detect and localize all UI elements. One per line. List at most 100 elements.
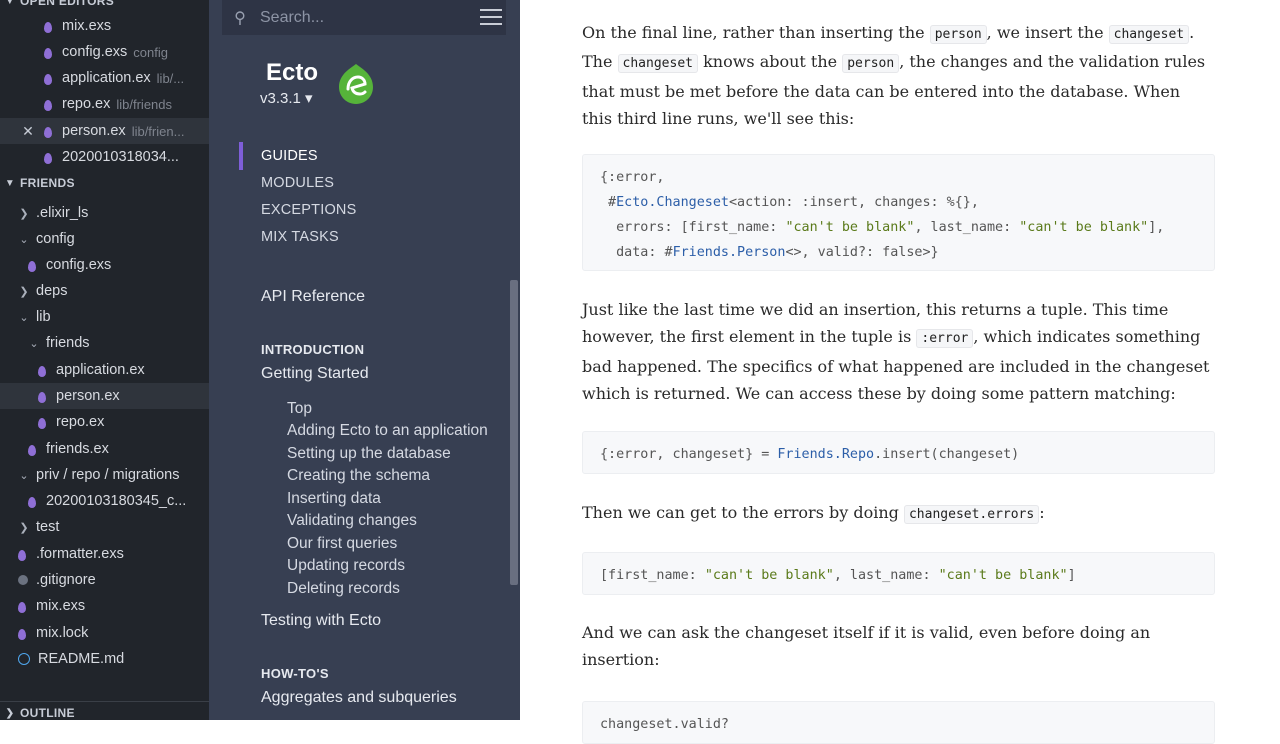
tree-file[interactable]: config.exs — [0, 252, 209, 278]
tree-file[interactable]: README.md — [0, 646, 209, 672]
code-block: changeset.valid? — [582, 701, 1215, 744]
version-dropdown[interactable]: v3.3.1 ▾ — [260, 89, 313, 107]
open-editor-item-active[interactable]: ✕ person.ex lib/frien... — [0, 118, 209, 144]
toc-link[interactable]: Creating the schema — [287, 467, 430, 485]
search-input[interactable] — [258, 7, 462, 28]
chevron-down-icon: ⌄ — [19, 311, 29, 324]
aggregates-link[interactable]: Aggregates and subqueries — [261, 689, 457, 707]
tree-file[interactable]: mix.exs — [0, 593, 209, 619]
toc-link[interactable]: Updating records — [287, 557, 405, 575]
project-name[interactable]: Ecto — [266, 59, 318, 87]
open-editor-item[interactable]: config.exs config — [0, 39, 209, 65]
code-block: {:error, #Ecto.Changeset<action: :insert… — [582, 154, 1215, 271]
paragraph: Just like the last time we did an insert… — [582, 300, 1210, 403]
chevron-down-icon: ⌄ — [19, 469, 29, 482]
outline-header[interactable]: ❯ OUTLINE — [0, 701, 209, 720]
elixir-file-icon — [28, 260, 36, 272]
paragraph: Then we can get to the errors by doing c… — [582, 503, 1045, 524]
introduction-heading: INTRODUCTION — [261, 342, 365, 357]
tree-file[interactable]: .gitignore — [0, 567, 209, 593]
paragraph: On the final line, rather than inserting… — [582, 23, 1206, 128]
chevron-down-icon: ▼ — [4, 177, 16, 189]
search-box: ⚲ — [222, 0, 506, 35]
chevron-right-icon: ❯ — [19, 285, 29, 298]
tree-folder[interactable]: ❯ deps — [0, 278, 209, 304]
elixir-file-icon — [18, 601, 26, 613]
menu-icon[interactable] — [480, 9, 502, 25]
chevron-down-icon: ⌄ — [19, 233, 29, 246]
inline-code: changeset.errors — [903, 505, 1040, 524]
toc-link[interactable]: Our first queries — [287, 535, 397, 553]
open-editor-item[interactable]: 2020010318034... — [0, 144, 209, 170]
elixir-file-icon — [44, 99, 52, 111]
inline-code: changeset — [617, 54, 698, 74]
tree-folder[interactable]: ❯ test — [0, 514, 209, 540]
elixir-file-icon — [28, 496, 36, 508]
elixir-file-icon — [44, 152, 52, 164]
inline-code: person — [929, 25, 987, 44]
docs-sidebar: ⚲ Ecto v3.3.1 ▾ GUIDES MODULES EXCEPTION… — [209, 0, 520, 720]
open-editors-header[interactable]: ▼ OPEN EDITORS — [0, 0, 209, 12]
tree-file-selected[interactable]: person.ex — [0, 383, 209, 409]
elixir-file-icon — [28, 444, 36, 456]
tab-guides[interactable]: GUIDES — [261, 148, 318, 164]
tree-file[interactable]: application.ex — [0, 357, 209, 383]
open-editor-item[interactable]: mix.exs — [0, 13, 209, 39]
elixir-file-icon — [18, 628, 26, 640]
chevron-right-icon: ❯ — [19, 521, 29, 534]
chevron-right-icon: ❯ — [19, 207, 29, 220]
elixir-file-icon — [38, 365, 46, 377]
doc-content: On the final line, rather than inserting… — [520, 0, 1280, 744]
tree-file[interactable]: repo.ex — [0, 409, 209, 435]
tab-modules[interactable]: MODULES — [261, 175, 334, 191]
paragraph: And we can ask the changeset itself if i… — [582, 623, 1151, 670]
close-icon[interactable]: ✕ — [20, 123, 36, 140]
tree-file[interactable]: friends.ex — [0, 436, 209, 462]
howtos-heading: HOW-TO'S — [261, 666, 329, 681]
api-reference-link[interactable]: API Reference — [261, 288, 365, 306]
elixir-file-icon — [38, 391, 46, 403]
toc-link[interactable]: Setting up the database — [287, 445, 451, 463]
ecto-logo-icon — [339, 64, 373, 104]
tree-folder[interactable]: ⌄ friends — [0, 330, 209, 356]
sidebar-scrollbar[interactable] — [510, 280, 518, 585]
vscode-explorer: ▼ OPEN EDITORS mix.exs config.exs config a… — [0, 0, 209, 720]
elixir-file-icon — [18, 549, 26, 561]
elixir-file-icon — [44, 126, 52, 138]
tab-mix-tasks[interactable]: MIX TASKS — [261, 229, 339, 245]
project-header[interactable]: ▼ FRIENDS — [0, 172, 209, 194]
tree-folder[interactable]: ⌄ config — [0, 226, 209, 252]
tree-folder[interactable]: ⌄ lib — [0, 304, 209, 330]
tree-file[interactable]: .formatter.exs — [0, 541, 209, 567]
toc-link[interactable]: Deleting records — [287, 580, 400, 598]
tree-folder[interactable]: ❯ .elixir_ls — [0, 200, 209, 226]
toc-link[interactable]: Adding Ecto to an application — [287, 422, 488, 440]
elixir-file-icon — [44, 47, 52, 59]
tab-exceptions[interactable]: EXCEPTIONS — [261, 202, 356, 218]
elixir-file-icon — [44, 73, 52, 85]
elixir-file-icon — [38, 417, 46, 429]
info-icon — [18, 653, 30, 665]
open-editor-item[interactable]: repo.ex lib/friends — [0, 91, 209, 117]
getting-started-link[interactable]: Getting Started — [261, 365, 369, 383]
inline-code: person — [842, 54, 900, 74]
elixir-file-icon — [44, 21, 52, 33]
tree-folder[interactable]: ⌄ priv / repo / migrations — [0, 462, 209, 488]
active-tab-indicator — [239, 142, 243, 170]
open-editor-item[interactable]: application.ex lib/... — [0, 65, 209, 91]
tree-file[interactable]: 20200103180345_c... — [0, 488, 209, 514]
toc-link[interactable]: Top — [287, 400, 312, 418]
code-block: {:error, changeset} = Friends.Repo.inser… — [582, 431, 1215, 474]
chevron-right-icon: ❯ — [5, 707, 15, 719]
inline-code: changeset — [1108, 25, 1190, 44]
chevron-down-icon: ▼ — [4, 0, 16, 7]
testing-with-ecto-link[interactable]: Testing with Ecto — [261, 612, 381, 630]
chevron-down-icon: ⌄ — [29, 337, 39, 350]
toc-link[interactable]: Validating changes — [287, 512, 417, 530]
search-icon: ⚲ — [234, 9, 246, 27]
git-icon — [18, 575, 28, 585]
tree-file[interactable]: mix.lock — [0, 620, 209, 646]
code-block: [first_name: "can't be blank", last_name… — [582, 552, 1215, 595]
toc-link[interactable]: Inserting data — [287, 490, 381, 508]
inline-code: :error — [916, 329, 974, 349]
